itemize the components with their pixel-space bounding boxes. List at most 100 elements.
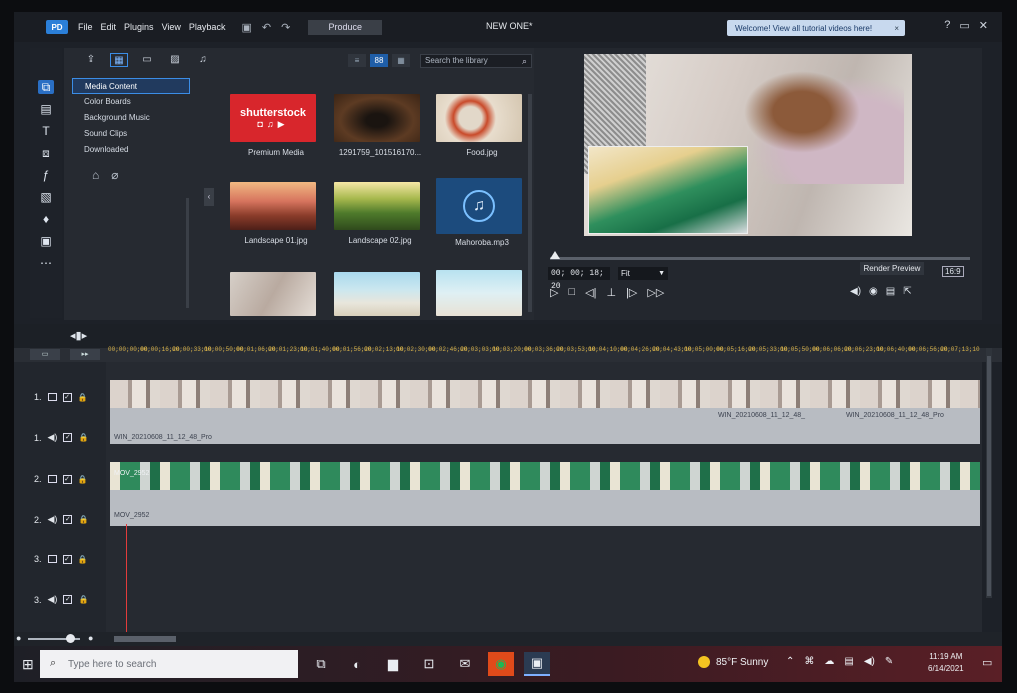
search-icon[interactable]: ⌕ [522, 55, 527, 67]
track-manager-button[interactable]: ▭ [30, 349, 60, 360]
track-header-video-1[interactable]: 1. ✓ 🔒 [34, 392, 87, 402]
track-header-video-2[interactable]: 2. ✓ 🔒 [34, 474, 87, 484]
lock-icon[interactable]: 🔒 [78, 555, 88, 564]
image-filter-icon[interactable]: ▨ [166, 53, 184, 67]
help-icon[interactable]: ? [944, 19, 950, 32]
media-item[interactable] [230, 272, 322, 316]
display-icon[interactable]: ▤ [886, 286, 895, 297]
restore-icon[interactable]: ▭ [959, 19, 969, 32]
list-view-icon[interactable]: ≡ [348, 54, 366, 67]
track-header-video-3[interactable]: 3. ✓ 🔒 [34, 554, 87, 564]
track-enable-checkbox[interactable]: ✓ [62, 474, 72, 484]
menu-edit[interactable]: Edit [101, 22, 117, 32]
zoom-out-icon[interactable]: ● [16, 633, 21, 643]
timeline-ruler[interactable]: 00;00;00;0000;00;16;2000;00;33;1000;00;5… [108, 346, 982, 362]
video-clip-track1[interactable] [110, 380, 980, 408]
tree-item-downloaded[interactable]: Downloaded [72, 142, 190, 158]
redo-icon[interactable]: ↷ [281, 21, 290, 34]
spotify-icon[interactable]: ◉ [488, 652, 514, 676]
fit-timeline-button[interactable]: ▸▸ [70, 349, 100, 360]
add-tag-icon[interactable]: ⌂ [92, 168, 99, 182]
remove-tag-icon[interactable]: ⌀ [111, 168, 118, 182]
prev-frame-icon[interactable]: ◁| [585, 286, 596, 299]
weather-widget[interactable]: 85°F Sunny [698, 656, 768, 668]
track-header-audio-1[interactable]: 1. ◀) ✓ 🔒 [34, 432, 88, 443]
track-header-audio-2[interactable]: 2. ◀) ✓ 🔒 [34, 514, 88, 525]
track-enable-checkbox[interactable]: ✓ [62, 554, 72, 564]
grid-view-icon[interactable]: 88 [370, 54, 388, 67]
edge-icon[interactable]: ◐ [344, 652, 370, 676]
collapse-tree-button[interactable]: ‹ [204, 188, 214, 206]
timeline-hscroll[interactable] [114, 636, 176, 642]
import-icon[interactable]: ⇪ [82, 53, 100, 67]
track-header-audio-3[interactable]: 3. ◀) ✓ 🔒 [34, 594, 88, 605]
fast-forward-icon[interactable]: ▷▷ [647, 286, 664, 299]
library-search-input[interactable]: Search the library ⌕ [420, 54, 532, 68]
particle-icon[interactable]: ♦ [38, 212, 54, 226]
network-icon[interactable]: ▤ [844, 656, 853, 667]
video-filter-icon[interactable]: ▭ [138, 53, 156, 67]
lock-icon[interactable]: 🔒 [78, 515, 88, 524]
menu-plugins[interactable]: Plugins [124, 22, 154, 32]
zoom-slider-knob[interactable] [66, 634, 75, 643]
mail-icon[interactable]: ✉ [452, 652, 478, 676]
usb-icon[interactable]: ⌘ [804, 656, 814, 667]
tree-scrollbar[interactable] [186, 198, 189, 308]
taskbar-clock[interactable]: 11:19 AM 6/14/2021 [928, 651, 964, 675]
transition-icon[interactable]: ⧈ [38, 146, 54, 160]
library-scrollbar[interactable] [528, 94, 532, 312]
timeline-tools-icon[interactable]: ◂▮▸ [70, 329, 87, 342]
snapshot-icon[interactable]: ◉ [869, 286, 878, 297]
notification-icon[interactable]: ▭ [982, 656, 992, 669]
more-icon[interactable]: ⋯ [38, 256, 54, 270]
save-icon[interactable]: ▣ [241, 21, 251, 34]
menu-view[interactable]: View [162, 22, 181, 32]
welcome-banner[interactable]: Welcome! View all tutorial videos here! … [727, 20, 905, 36]
media-item[interactable]: Landscape 01.jpg [230, 182, 322, 245]
volume-icon[interactable]: ◀) [864, 656, 875, 667]
tree-item-sound-clips[interactable]: Sound Clips [72, 126, 190, 142]
media-room-icon[interactable]: ⧉ [38, 80, 54, 94]
aspect-ratio-select[interactable]: 16:9 [942, 266, 964, 277]
store-icon[interactable]: ⊡ [416, 652, 442, 676]
stop-icon[interactable]: □ [568, 286, 575, 299]
play-icon[interactable]: ▷ [550, 286, 558, 299]
next-frame-icon[interactable]: |▷ [626, 286, 637, 299]
volume-icon[interactable]: ◀) [850, 286, 861, 297]
audio-filter-icon[interactable]: ♫ [194, 53, 212, 67]
media-item[interactable] [334, 272, 426, 316]
pip-icon[interactable]: ▧ [38, 190, 54, 204]
thumb-view-icon[interactable]: ▦ [392, 54, 410, 67]
zoom-fit-select[interactable]: Fit ▼ [618, 267, 668, 280]
playhead[interactable] [126, 524, 127, 632]
undo-icon[interactable]: ↶ [262, 21, 271, 34]
zoom-in-icon[interactable]: ● [88, 633, 93, 643]
audio-clip-track2[interactable] [110, 490, 980, 526]
media-item[interactable]: 1291759_101516170... [334, 94, 426, 157]
scroll-thumb[interactable] [987, 356, 991, 596]
scrub-knob[interactable] [550, 251, 560, 259]
media-item[interactable]: shutterstock ◘♫▶ Premium Media [230, 94, 322, 157]
file-explorer-icon[interactable]: ▆ [380, 652, 406, 676]
track-enable-checkbox[interactable]: ✓ [63, 515, 73, 524]
media-item[interactable]: ♫ Mahoroba.mp3 [436, 178, 528, 247]
media-filter-icon[interactable]: ▦ [110, 53, 128, 67]
tree-item-color-boards[interactable]: Color Boards [72, 94, 190, 110]
menu-file[interactable]: File [78, 22, 93, 32]
tree-item-media-content[interactable]: Media Content [72, 78, 190, 94]
track-enable-checkbox[interactable]: ✓ [62, 392, 72, 402]
lock-icon[interactable]: 🔒 [78, 433, 88, 442]
timeline-scrollbar[interactable] [986, 348, 992, 598]
media-item[interactable]: Landscape 02.jpg [334, 182, 426, 245]
timecode-display[interactable]: 00; 00; 18; 20 [548, 267, 610, 291]
media-item[interactable] [436, 270, 528, 316]
close-window-icon[interactable]: ✕ [979, 19, 988, 32]
cloud-icon[interactable]: ☁ [824, 656, 834, 667]
preview-scrub-bar[interactable] [550, 257, 970, 260]
effects-icon[interactable]: ƒ [38, 168, 54, 182]
chevron-up-icon[interactable]: ⌃ [786, 656, 794, 667]
video-clip-track2[interactable] [110, 462, 980, 490]
windows-start-icon[interactable]: ⊞ [22, 656, 34, 673]
templates-icon[interactable]: ▤ [38, 102, 54, 116]
task-view-icon[interactable]: ⧉ [308, 652, 334, 676]
